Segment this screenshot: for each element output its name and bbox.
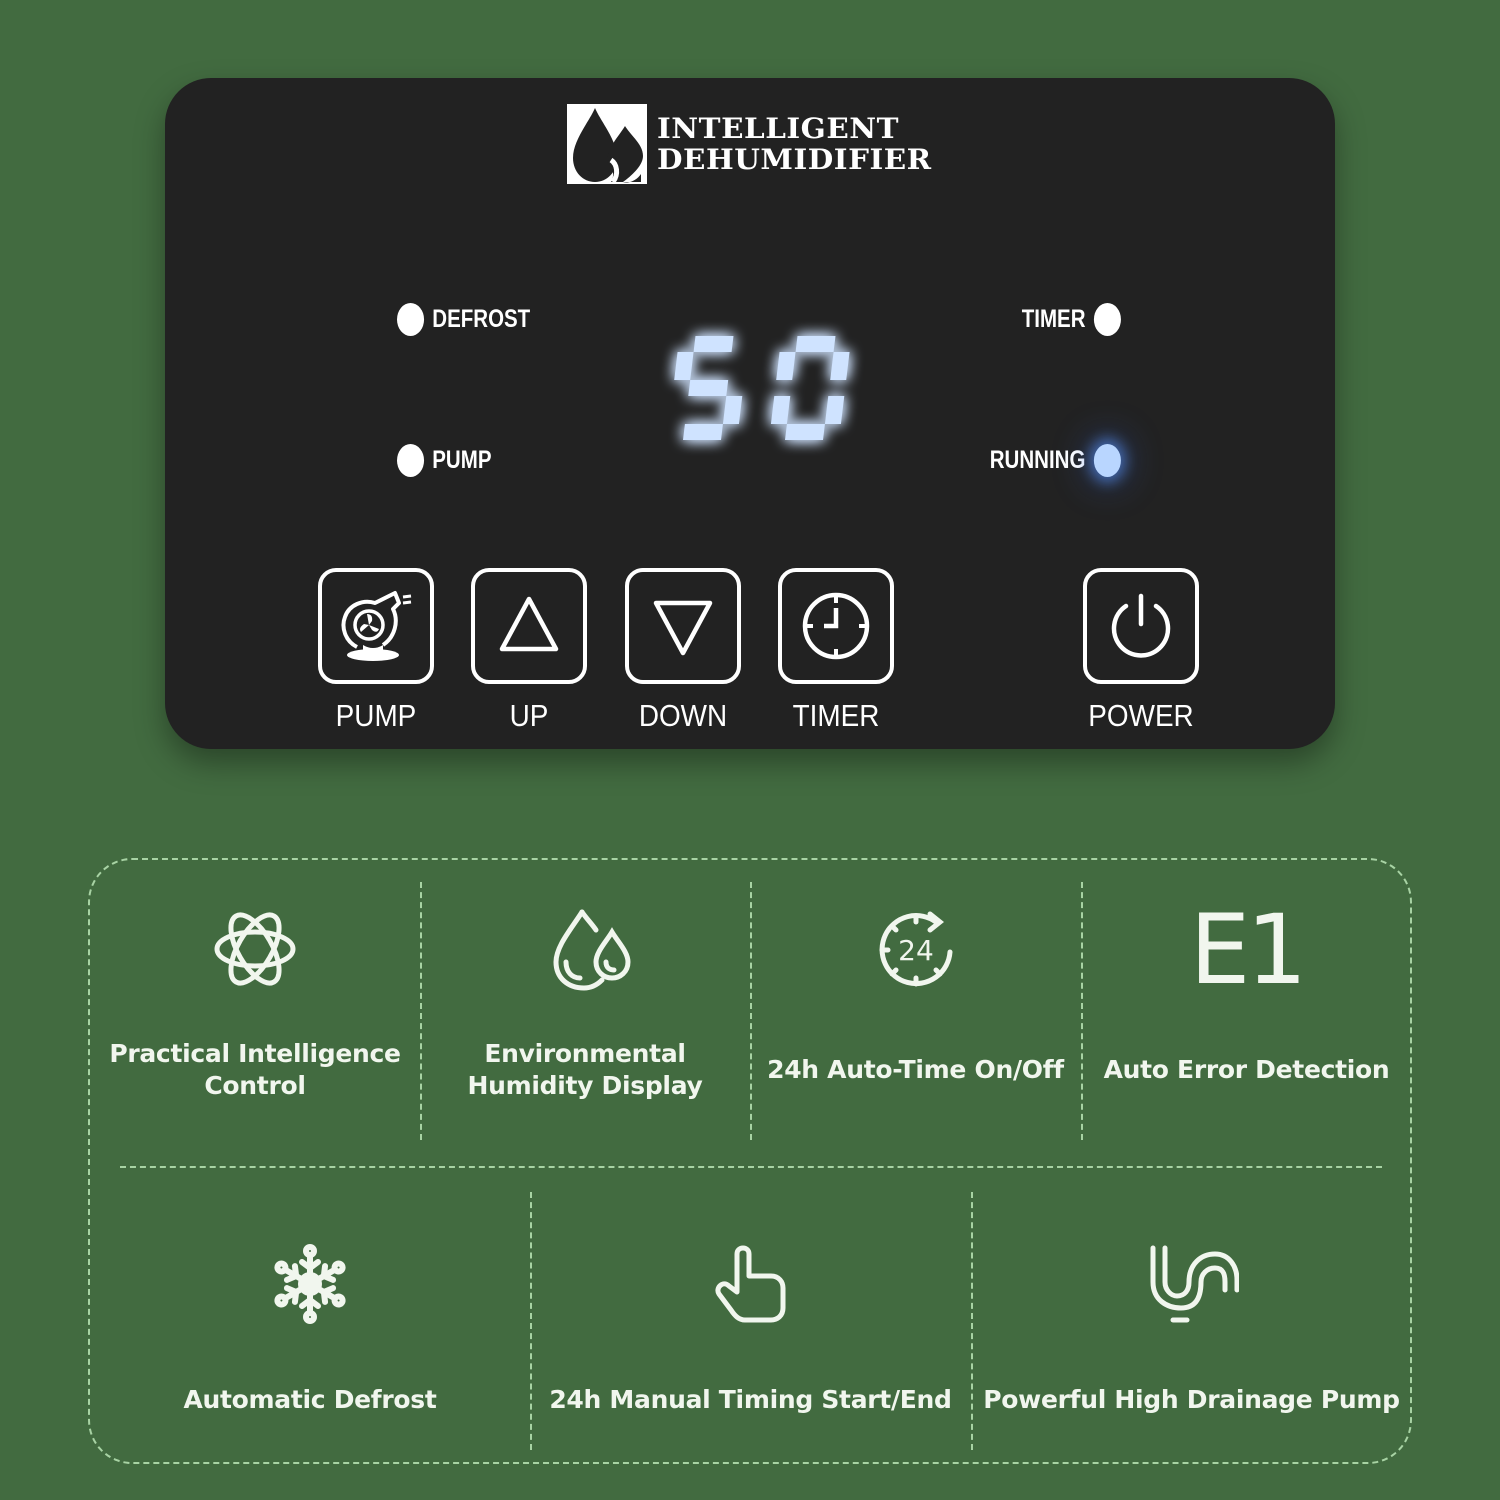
segment-c xyxy=(722,396,743,424)
feature-humidity-display: Environmental Humidity Display xyxy=(420,860,750,1160)
brand-name: INTELLIGENT DEHUMIDIFIER xyxy=(657,113,932,175)
indicator-label: TIMER xyxy=(1021,305,1086,333)
up-button[interactable] xyxy=(471,568,587,684)
timer-button-label: TIMER xyxy=(792,698,880,733)
timer-button[interactable] xyxy=(778,568,894,684)
humidity-display xyxy=(655,318,875,458)
power-button-label: POWER xyxy=(1088,698,1194,733)
feature-line1: Auto Error Detection xyxy=(1103,1055,1390,1084)
running-led xyxy=(1093,444,1121,477)
pump-button[interactable] xyxy=(318,568,434,684)
feature-auto-defrost: Automatic Defrost xyxy=(90,1180,530,1460)
defrost-led xyxy=(397,303,425,336)
segment-f xyxy=(776,352,796,380)
triangle-down-icon xyxy=(653,600,713,656)
brand-logo: INTELLIGENT DEHUMIDIFIER xyxy=(567,104,931,184)
pump-led xyxy=(397,444,425,477)
pointing-hand-icon xyxy=(715,1245,785,1323)
pump-fan-icon xyxy=(341,591,412,661)
indicator-pump: PUMP xyxy=(397,444,491,477)
clock-24-icon: 24 xyxy=(879,911,952,987)
power-icon xyxy=(1111,593,1171,658)
indicator-timer: TIMER xyxy=(1022,303,1121,336)
feature-line1: Automatic Defrost xyxy=(183,1385,437,1414)
feature-line1: Powerful High Drainage Pump xyxy=(983,1385,1400,1414)
down-button-label: DOWN xyxy=(638,698,728,733)
brand-line1: INTELLIGENT xyxy=(657,112,900,145)
feature-line1: 24h Manual Timing Start/End xyxy=(549,1385,952,1414)
feature-line2: Humidity Display xyxy=(467,1071,703,1100)
up-button-label: UP xyxy=(509,698,549,733)
snowflake-icon xyxy=(274,1244,346,1324)
indicator-label: PUMP xyxy=(432,446,492,474)
control-panel: INTELLIGENT DEHUMIDIFIER DEFROST PUMP TI… xyxy=(165,78,1335,749)
feature-error-detection: E1 Auto Error Detection xyxy=(1081,860,1412,1160)
indicator-label: RUNNING xyxy=(990,446,1086,474)
power-button[interactable] xyxy=(1083,568,1199,684)
segment-c xyxy=(824,396,845,424)
features-box: Practical Intelligence Control Environme… xyxy=(88,858,1412,1464)
indicator-defrost: DEFROST xyxy=(397,303,530,336)
brand-line2: DEHUMIDIFIER xyxy=(657,143,932,176)
feature-drainage-pump: Powerful High Drainage Pump xyxy=(971,1180,1412,1460)
feature-line1: Environmental xyxy=(484,1039,686,1068)
segment-g xyxy=(688,380,729,396)
water-drops-icon xyxy=(553,909,631,991)
segment-f xyxy=(674,352,694,380)
indicator-running: RUNNING xyxy=(990,444,1121,477)
segment-d xyxy=(683,424,723,440)
seven-segment-readout xyxy=(674,336,850,440)
segment-b xyxy=(830,352,850,380)
pump-button-label: PUMP xyxy=(335,698,417,733)
water-drops-icon xyxy=(567,104,647,184)
segment-a xyxy=(795,336,836,352)
svg-text:24: 24 xyxy=(898,934,934,967)
down-button[interactable] xyxy=(625,568,741,684)
feature-line1: Practical Intelligence xyxy=(109,1039,401,1068)
timer-led xyxy=(1093,303,1121,336)
segment-d xyxy=(785,424,825,440)
feature-manual-timing: 24h Manual Timing Start/End xyxy=(530,1180,971,1460)
segment-a xyxy=(693,336,734,352)
triangle-up-icon xyxy=(499,596,559,652)
atom-icon xyxy=(214,912,296,986)
feature-line2: Control xyxy=(204,1071,306,1100)
clock-icon xyxy=(802,592,870,660)
e1-error-icon: E1 xyxy=(1189,894,1308,1006)
indicator-label: DEFROST xyxy=(432,305,531,333)
drain-pipe-icon xyxy=(1150,1245,1239,1323)
feature-intelligence-control: Practical Intelligence Control xyxy=(90,860,420,1160)
divider xyxy=(120,1166,1382,1168)
feature-line1: 24h Auto-Time On/Off xyxy=(767,1055,1064,1084)
segment-e xyxy=(770,396,791,424)
feature-auto-time: 24 24h Auto-Time On/Off xyxy=(750,860,1081,1160)
